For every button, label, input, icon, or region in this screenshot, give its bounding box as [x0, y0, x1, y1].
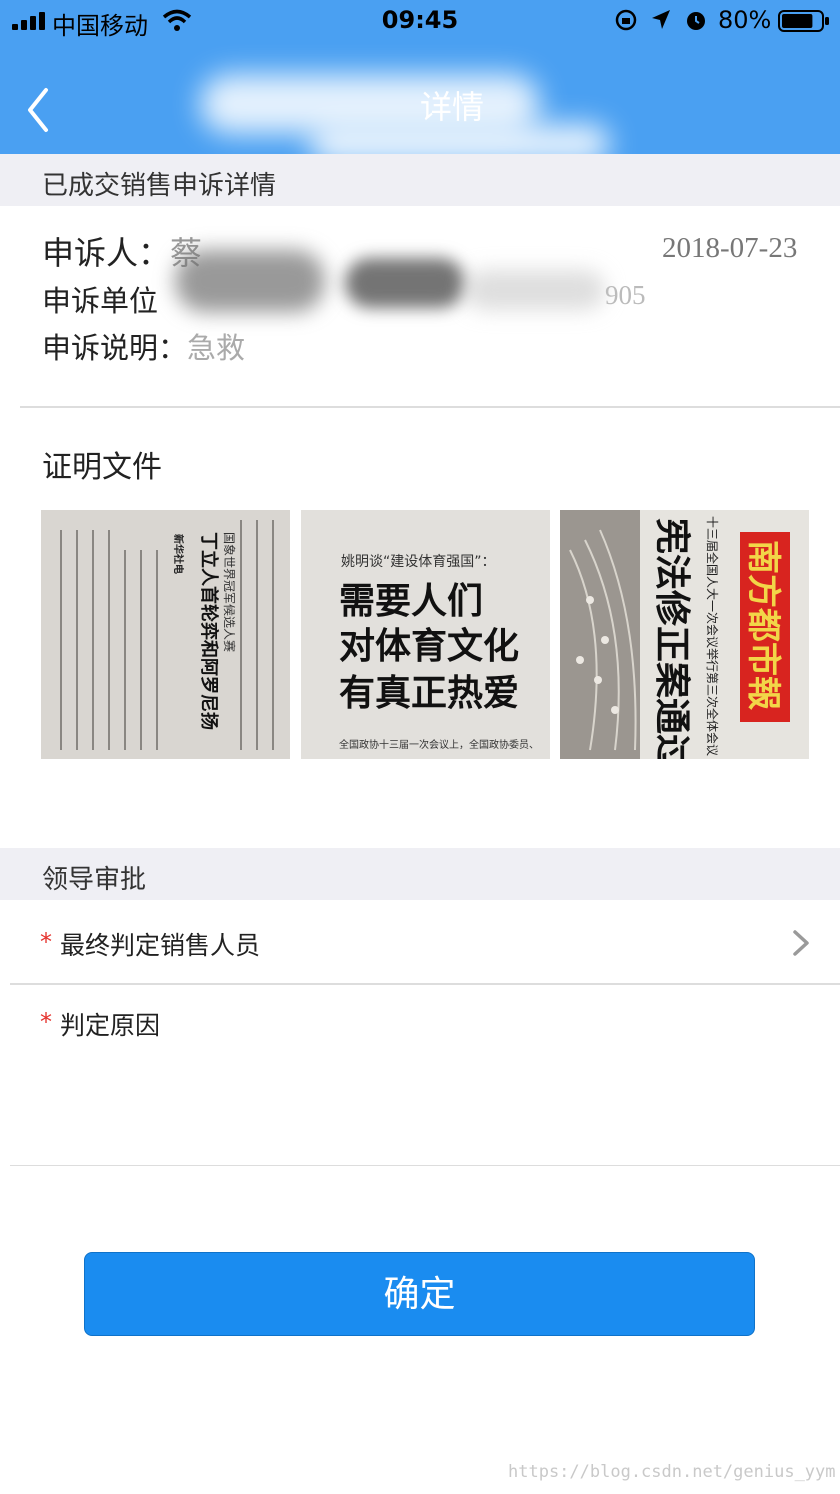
- proof-3-subhead: 十三届全国人大一次会议举行第三次全体会议: [705, 516, 720, 756]
- proof-image-3[interactable]: 宪法修正案通过 十三届全国人大一次会议举行第三次全体会议 南方都市報: [560, 510, 809, 759]
- proof-3-masthead: 南方都市報: [743, 540, 783, 710]
- status-time: 09:45: [381, 6, 459, 34]
- description-label: 申诉说明：: [42, 331, 188, 365]
- proof-2-headline-line: 对体育文化: [339, 626, 519, 667]
- proof-files-title: 证明文件: [42, 450, 162, 485]
- proof-2-headline-line: 需要人们: [339, 581, 483, 622]
- description-value: 急救: [187, 331, 246, 365]
- battery-percent: 80%: [718, 6, 772, 34]
- unit-value: 905: [605, 280, 646, 310]
- unit-label: 申诉单位: [42, 284, 159, 318]
- proof-2-headline-line: 有真正热爱: [339, 673, 519, 714]
- status-bar: 中国移动 09:45 80%: [0, 0, 840, 44]
- description-row: 申诉说明：急救: [42, 325, 245, 367]
- complainant-label: 申诉人：: [42, 234, 171, 272]
- section-header-approval: 领导审批: [0, 848, 840, 900]
- divider: [10, 1165, 840, 1166]
- proof-2-body: 全国政协十三届一次会议上，全国政协委员、: [339, 738, 539, 751]
- final-salesperson-label: 最终判定销售人员: [60, 931, 261, 960]
- redaction-smudge: [345, 258, 465, 308]
- nav-bar: 申诉详情: [0, 44, 840, 164]
- redaction-smudge: [175, 250, 325, 312]
- redaction-smudge: [465, 270, 605, 310]
- proof-1-byline: 新华社电: [172, 534, 185, 574]
- final-salesperson-row[interactable]: * 最终判定销售人员: [0, 900, 840, 984]
- proof-3-headline: 宪法修正案通过: [651, 518, 693, 759]
- unit-row: 申诉单位: [42, 278, 158, 320]
- divider: [10, 983, 840, 985]
- confirm-button[interactable]: 确定: [84, 1252, 755, 1336]
- proof-2-kicker: 姚明谈“建设体育强国”：: [341, 554, 496, 570]
- location-icon: [652, 10, 670, 29]
- chevron-right-icon[interactable]: [790, 928, 812, 958]
- proof-1-headline: 丁立人首轮弈和阿罗尼扬: [198, 532, 220, 730]
- lock-rotation-icon: [615, 9, 637, 31]
- section-title: 领导审批: [42, 865, 147, 895]
- proof-image-2[interactable]: 姚明谈“建设体育强国”： 需要人们 对体育文化 有真正热爱 全国政协十三届一次会…: [301, 510, 550, 759]
- watermark: https://blog.csdn.net/genius_yym: [508, 1462, 836, 1482]
- section-header-detail: 已成交销售申诉详情: [0, 154, 840, 206]
- battery-icon: [778, 10, 829, 32]
- reason-label: 判定原因: [60, 1011, 161, 1040]
- section-title: 已成交销售申诉详情: [42, 171, 277, 201]
- alarm-icon: [687, 12, 705, 30]
- required-mark: *: [40, 928, 52, 956]
- complaint-date: 2018-07-23: [662, 232, 798, 264]
- divider: [20, 406, 840, 408]
- proof-image-1[interactable]: 丁立人首轮弈和阿罗尼扬 国象世界冠军候选人赛 新华社电: [41, 510, 290, 759]
- proof-1-subhead: 国象世界冠军候选人赛: [222, 532, 237, 652]
- reason-row[interactable]: * 判定原因: [0, 986, 840, 1164]
- required-mark: *: [40, 1008, 52, 1036]
